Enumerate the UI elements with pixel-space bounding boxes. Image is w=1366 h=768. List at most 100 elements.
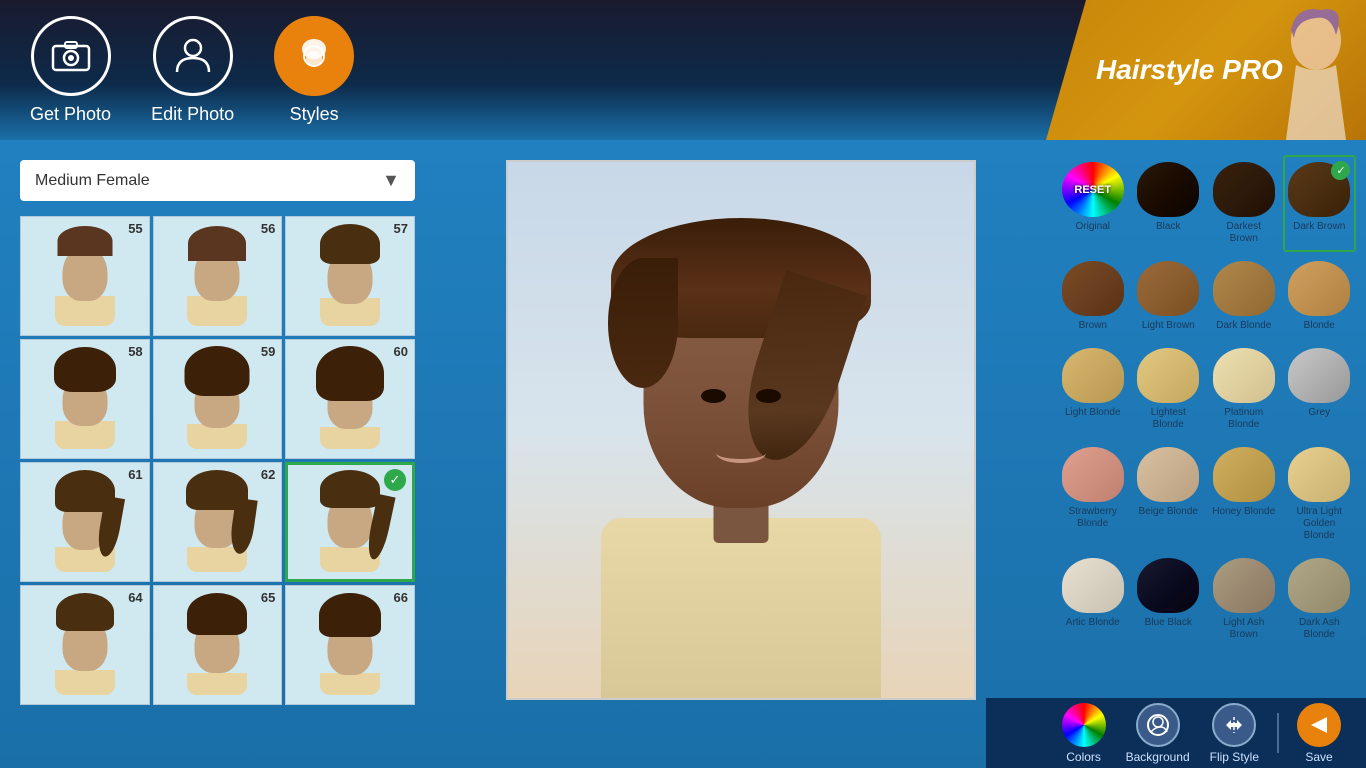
color-dark-brown-label: Dark Brown	[1293, 221, 1345, 233]
edit-photo-label: Edit Photo	[151, 104, 234, 125]
color-blonde-label: Blonde	[1304, 320, 1335, 332]
light-ash-brown-swatch	[1213, 558, 1275, 613]
color-blonde[interactable]: Blonde	[1283, 254, 1357, 339]
color-light-ash-brown[interactable]: Light Ash Brown	[1207, 551, 1281, 648]
bottom-toolbar: Colors Background Flip Style Save	[986, 698, 1366, 768]
dropdown-value: Medium Female	[35, 172, 150, 190]
flip-icon	[1212, 703, 1256, 747]
main-content: Medium Female ▼ 55 56	[0, 140, 1366, 768]
color-artic-blonde-label: Artic Blonde	[1066, 617, 1120, 629]
blue-black-swatch	[1137, 558, 1199, 613]
get-photo-label: Get Photo	[30, 104, 111, 125]
colors-label: Colors	[1066, 750, 1101, 764]
color-honey-blonde-label: Honey Blonde	[1212, 506, 1275, 518]
save-label: Save	[1305, 750, 1332, 764]
style-55[interactable]: 55	[20, 216, 150, 336]
color-light-blonde[interactable]: Light Blonde	[1056, 341, 1130, 438]
blonde-swatch	[1288, 261, 1350, 316]
color-dark-brown[interactable]: ✓ Dark Brown	[1283, 155, 1357, 252]
style-64[interactable]: 64	[20, 585, 150, 705]
toolbar-divider	[1277, 713, 1279, 753]
person-icon	[153, 16, 233, 96]
color-lightest-blonde-label: Lightest Blonde	[1137, 407, 1201, 431]
color-brown[interactable]: Brown	[1056, 254, 1130, 339]
black-swatch	[1137, 162, 1199, 217]
style-57[interactable]: 57	[285, 216, 415, 336]
color-honey-blonde[interactable]: Honey Blonde	[1207, 440, 1281, 549]
color-black[interactable]: Black	[1132, 155, 1206, 252]
colors-button[interactable]: Colors	[1062, 703, 1106, 764]
flip-style-label: Flip Style	[1210, 750, 1259, 764]
save-button[interactable]: Save	[1297, 703, 1341, 764]
style-58[interactable]: 58	[20, 339, 150, 459]
style-60[interactable]: 60	[285, 339, 415, 459]
color-beige-blonde-label: Beige Blonde	[1139, 506, 1199, 518]
color-grey-label: Grey	[1308, 407, 1330, 419]
dark-blonde-swatch	[1213, 261, 1275, 316]
color-grid: RESET Original Black Darkest Brown ✓ Dar…	[1056, 155, 1356, 648]
style-61[interactable]: 61	[20, 462, 150, 582]
color-beige-blonde[interactable]: Beige Blonde	[1132, 440, 1206, 549]
color-dark-ash-blonde[interactable]: Dark Ash Blonde	[1283, 551, 1357, 648]
style-grid: 55 56	[20, 216, 415, 705]
color-artic-blonde[interactable]: Artic Blonde	[1056, 551, 1130, 648]
background-button[interactable]: Background	[1126, 703, 1190, 764]
style-63[interactable]: ✓	[285, 462, 415, 582]
color-light-blonde-label: Light Blonde	[1065, 407, 1121, 419]
color-dark-blonde[interactable]: Dark Blonde	[1207, 254, 1281, 339]
color-lightest-blonde[interactable]: Lightest Blonde	[1132, 341, 1206, 438]
style-59[interactable]: 59	[153, 339, 283, 459]
style-62[interactable]: 62	[153, 462, 283, 582]
nav-get-photo[interactable]: Get Photo	[30, 16, 111, 125]
darkest-brown-swatch	[1213, 162, 1275, 217]
color-light-brown[interactable]: Light Brown	[1132, 254, 1206, 339]
color-strawberry-blonde[interactable]: Strawberry Blonde	[1056, 440, 1130, 549]
color-original[interactable]: RESET Original	[1056, 155, 1130, 252]
nav-styles[interactable]: Styles	[274, 16, 354, 125]
background-icon	[1136, 703, 1180, 747]
styles-label: Styles	[290, 104, 339, 125]
lightest-blonde-swatch	[1137, 348, 1199, 403]
style-66[interactable]: 66	[285, 585, 415, 705]
chevron-down-icon: ▼	[382, 170, 400, 191]
color-black-label: Black	[1156, 221, 1180, 233]
styles-panel: Medium Female ▼ 55 56	[0, 140, 435, 768]
color-platinum-blonde[interactable]: Platinum Blonde	[1207, 341, 1281, 438]
nav-edit-photo[interactable]: Edit Photo	[151, 16, 234, 125]
style-56[interactable]: 56	[153, 216, 283, 336]
beige-blonde-swatch	[1137, 447, 1199, 502]
top-navigation: Get Photo Edit Photo Styles Hairstyle PR…	[0, 0, 1366, 140]
color-ultra-light-golden-blonde-label: Ultra Light Golden Blonde	[1288, 506, 1352, 542]
light-brown-swatch	[1137, 261, 1199, 316]
camera-icon	[31, 16, 111, 96]
save-icon	[1297, 703, 1341, 747]
brown-swatch	[1062, 261, 1124, 316]
color-light-ash-brown-label: Light Ash Brown	[1212, 617, 1276, 641]
color-strawberry-blonde-label: Strawberry Blonde	[1061, 506, 1125, 530]
color-light-brown-label: Light Brown	[1142, 320, 1195, 332]
color-darkest-brown[interactable]: Darkest Brown	[1207, 155, 1281, 252]
dark-ash-blonde-swatch	[1288, 558, 1350, 613]
honey-blonde-swatch	[1213, 447, 1275, 502]
color-brown-label: Brown	[1079, 320, 1107, 332]
app-logo: Hairstyle PRO	[1046, 0, 1366, 140]
color-grey[interactable]: Grey	[1283, 341, 1357, 438]
color-original-label: Original	[1076, 221, 1110, 233]
light-blonde-swatch	[1062, 348, 1124, 403]
hair-style-icon	[274, 16, 354, 96]
color-blue-black[interactable]: Blue Black	[1132, 551, 1206, 648]
color-darkest-brown-label: Darkest Brown	[1212, 221, 1276, 245]
artic-blonde-swatch	[1062, 558, 1124, 613]
photo-preview-panel	[435, 140, 1046, 768]
style-65[interactable]: 65	[153, 585, 283, 705]
color-ultra-light-golden-blonde[interactable]: Ultra Light Golden Blonde	[1283, 440, 1357, 549]
background-label: Background	[1126, 750, 1190, 764]
color-platinum-blonde-label: Platinum Blonde	[1212, 407, 1276, 431]
platinum-blonde-swatch	[1213, 348, 1275, 403]
colors-icon	[1062, 703, 1106, 747]
flip-style-button[interactable]: Flip Style	[1210, 703, 1259, 764]
photo-frame	[506, 160, 976, 700]
photo-background	[508, 162, 974, 698]
ultra-light-golden-blonde-swatch	[1288, 447, 1350, 502]
style-category-dropdown[interactable]: Medium Female ▼	[20, 160, 415, 201]
